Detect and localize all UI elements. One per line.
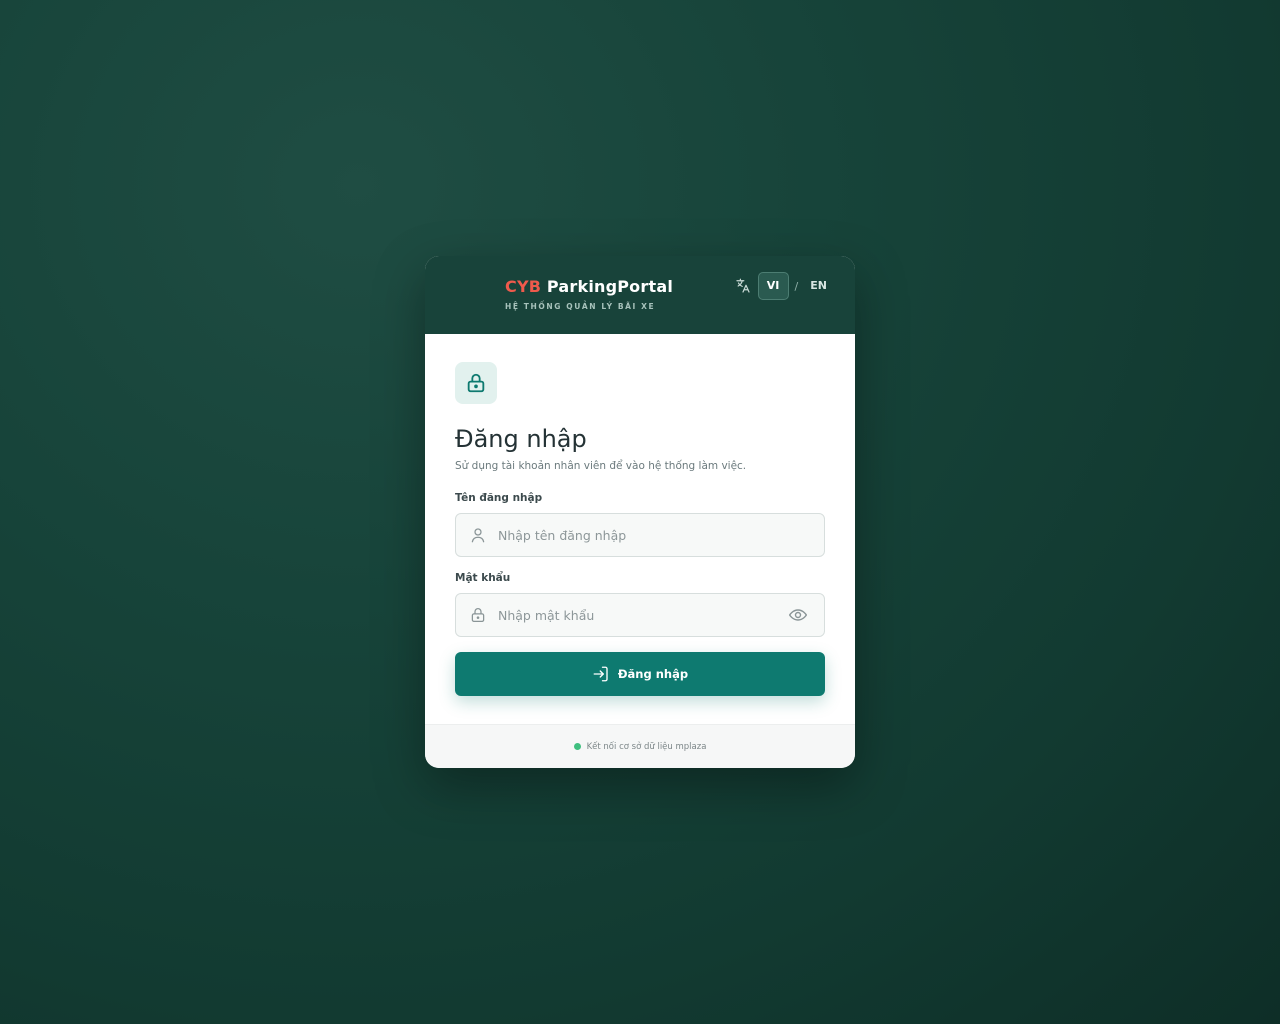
- lock-icon: [467, 373, 485, 393]
- user-icon: [469, 526, 487, 544]
- password-input[interactable]: [496, 594, 788, 636]
- password-field-wrapper: [455, 593, 825, 637]
- login-card: CYB ParkingPortal HỆ THỐNG QUẢN LÝ BÃI X…: [425, 256, 855, 768]
- page-title: Đăng nhập: [455, 425, 587, 453]
- brand-subtitle: HỆ THỐNG QUẢN LÝ BÃI XE: [505, 302, 656, 311]
- status-dot: [573, 743, 581, 750]
- language-vi-button[interactable]: VI: [757, 272, 789, 300]
- login-icon: [593, 666, 608, 682]
- card-header: CYB ParkingPortal HỆ THỐNG QUẢN LÝ BÃI X…: [425, 256, 855, 334]
- username-field-wrapper: [455, 513, 825, 557]
- brand: CYB ParkingPortal HỆ THỐNG QUẢN LÝ BÃI X…: [505, 277, 673, 311]
- lock-badge: [455, 362, 497, 404]
- brand-accent: CYB: [505, 277, 542, 296]
- password-label: Mật khẩu: [455, 572, 511, 584]
- language-switcher: VI / EN: [734, 272, 833, 300]
- language-separator: /: [794, 279, 799, 293]
- card-body: Đăng nhập Sử dụng tài khoản nhân viên để…: [425, 334, 855, 696]
- login-button-label: Đăng nhập: [617, 667, 689, 681]
- status-text: Kết nối cơ sở dữ liệu mplaza: [586, 741, 707, 752]
- username-input[interactable]: [496, 514, 824, 556]
- eye-icon[interactable]: [788, 605, 808, 625]
- login-button[interactable]: Đăng nhập: [455, 652, 825, 696]
- language-en-button[interactable]: EN: [804, 273, 833, 299]
- card-footer: Kết nối cơ sở dữ liệu mplaza: [425, 724, 855, 768]
- lock-icon: [469, 606, 487, 624]
- username-label: Tên đăng nhập: [455, 492, 543, 504]
- page-subtitle: Sử dụng tài khoản nhân viên để vào hệ th…: [455, 460, 747, 472]
- brand-title: CYB ParkingPortal: [505, 277, 673, 296]
- brand-name: ParkingPortal: [546, 277, 673, 296]
- translate-icon: [734, 277, 752, 295]
